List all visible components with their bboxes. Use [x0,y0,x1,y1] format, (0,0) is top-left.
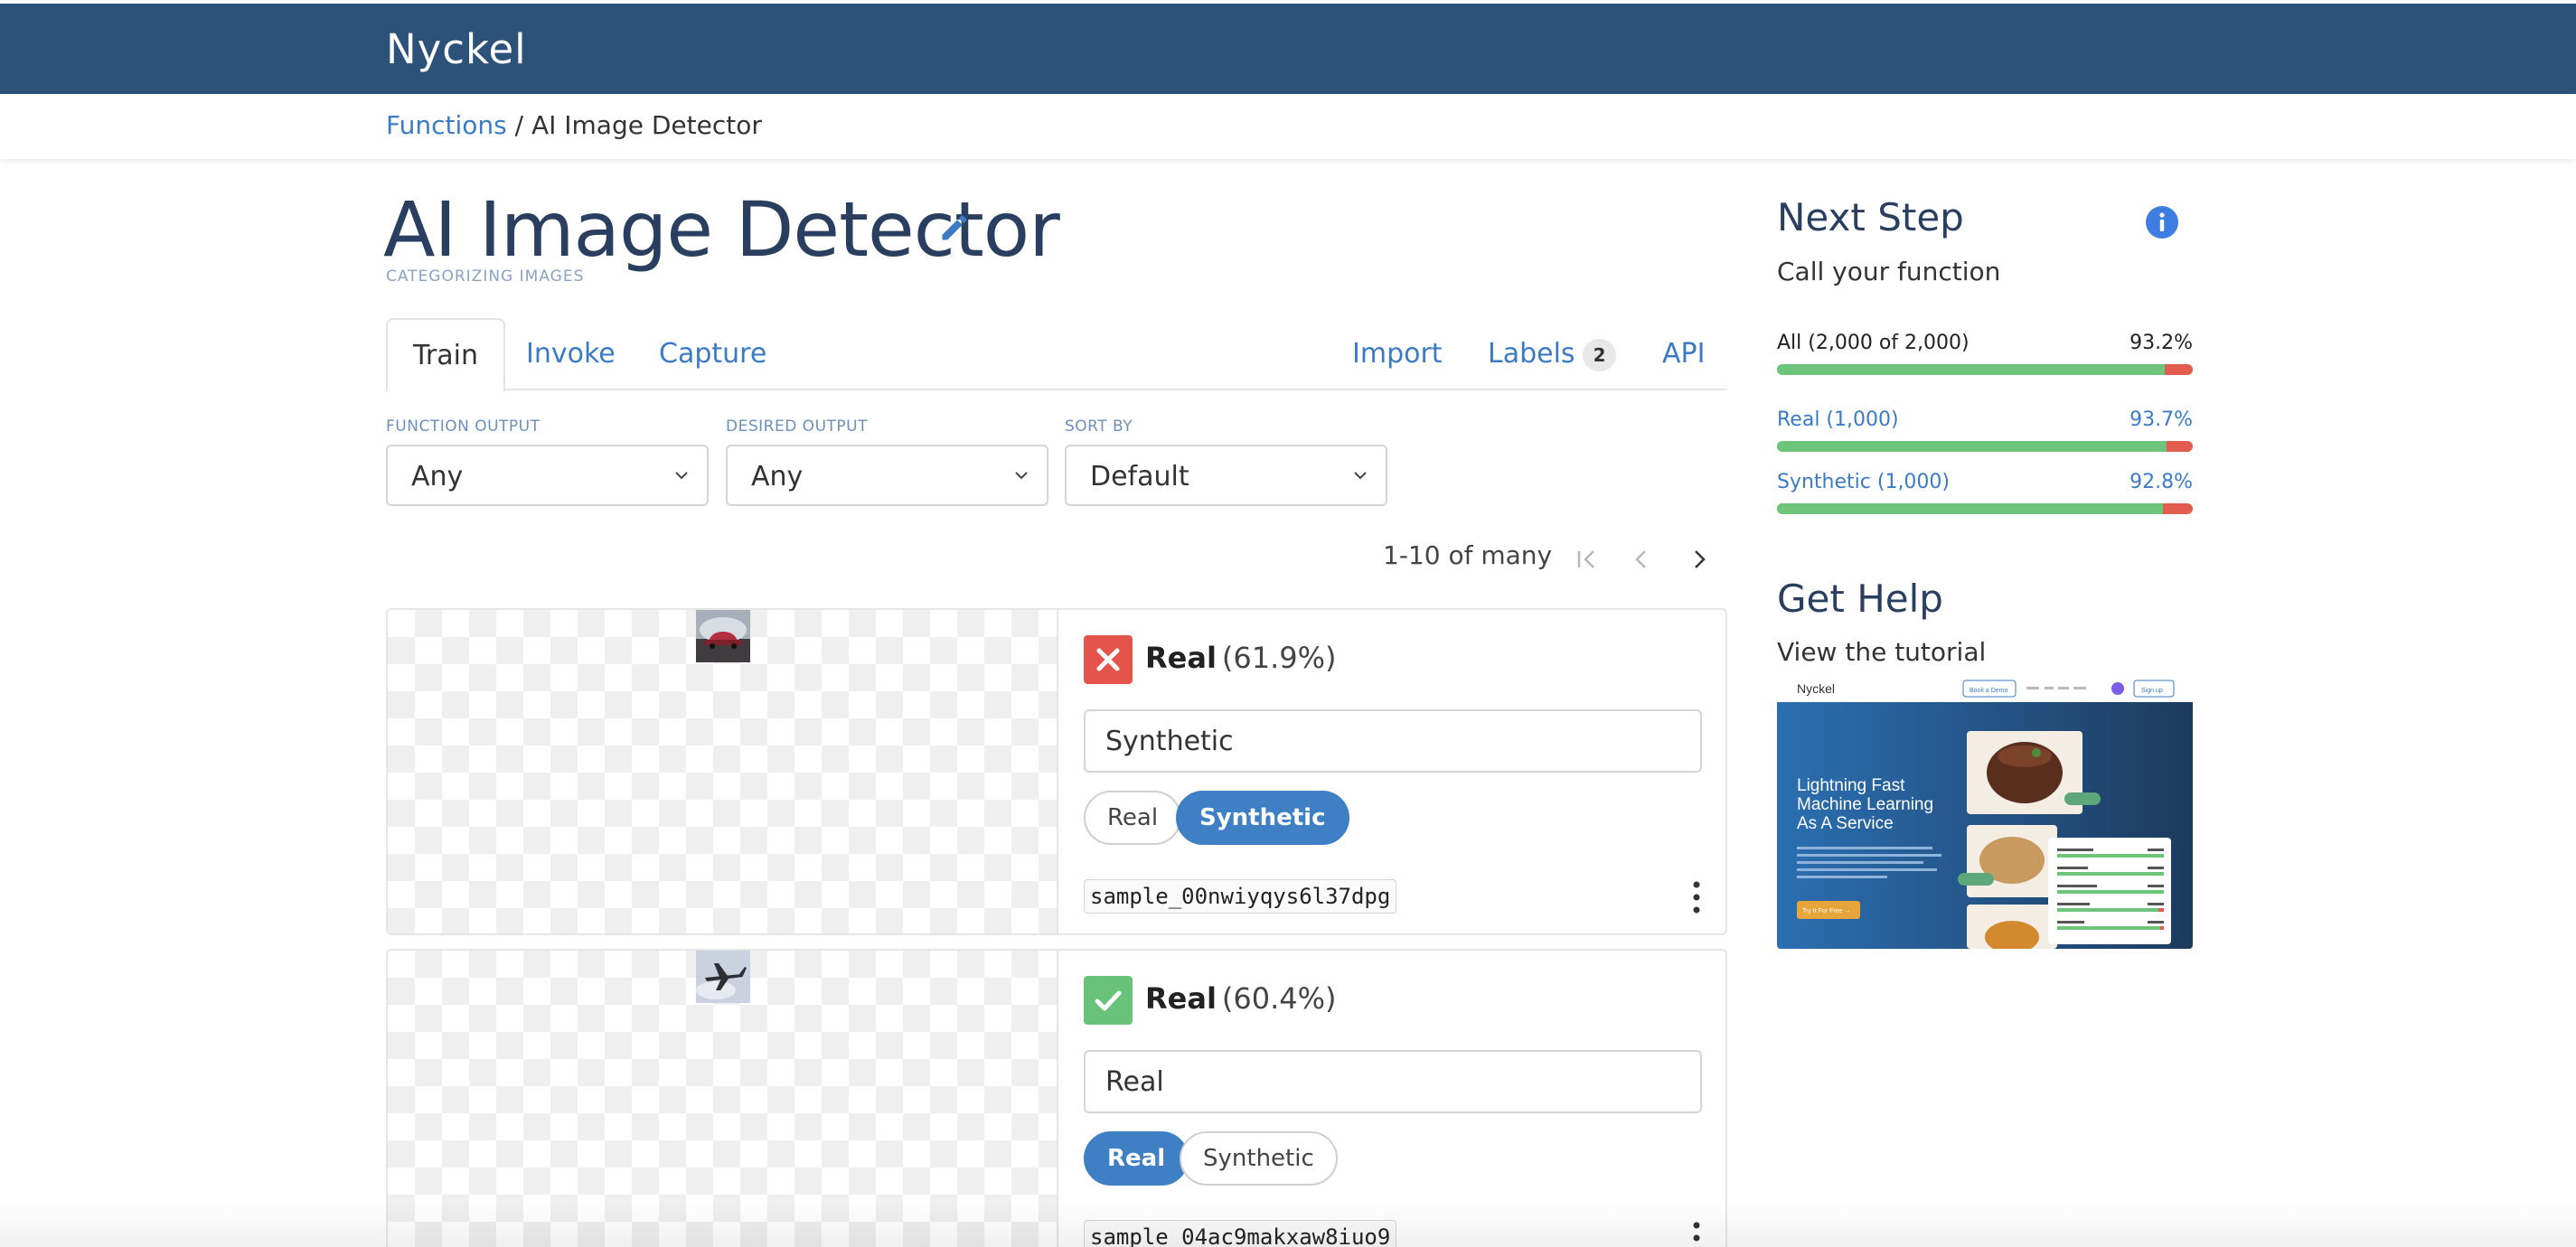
accuracy-all-pct: 93.2% [2129,332,2193,354]
desired-output-field[interactable]: Real [1084,1050,1702,1113]
tutorial-thumbnail[interactable]: Nyckel Book a Demo Sign up Lightning Fas… [1777,675,2193,949]
sort-by-label: SORT BY [1065,417,1133,436]
tutorial-nav-book: Book a Demo [1970,688,2008,694]
tab-invoke[interactable]: Invoke [526,318,616,390]
correct-check-icon [1084,976,1133,1025]
tab-train[interactable]: Train [386,318,505,392]
tutorial-headline-1: Lightning Fast [1797,776,1905,795]
airplane-thumbnail-image [696,951,750,1003]
tab-labels-text: Labels [1488,338,1575,370]
label-option-real[interactable]: Real [1084,791,1182,845]
more-options-icon[interactable] [1688,877,1706,917]
prediction-value: Real [1145,981,1217,1016]
function-type-subtitle: CATEGORIZING IMAGES [386,267,585,286]
function-output-select[interactable]: Any [386,445,709,506]
label-option-real[interactable]: Real [1084,1131,1189,1186]
function-output-label: FUNCTION OUTPUT [386,417,541,436]
accuracy-bar-fill [1777,364,2165,375]
accuracy-bar-fill [1777,503,2163,514]
tutorial-headline-3: As A Service [1797,814,1894,833]
accuracy-real-pct: 93.7% [2129,408,2193,431]
get-help-subtitle: View the tutorial [1777,637,1987,667]
breadcrumb-functions-link[interactable]: Functions [386,110,507,140]
label-option-synthetic[interactable]: Synthetic [1180,1131,1338,1186]
accuracy-synthetic-row[interactable]: Synthetic (1,000) 92.8% [1777,471,2193,525]
sample-image-area[interactable] [388,610,1058,933]
tab-api[interactable]: API [1662,318,1705,390]
prediction-label: Real (60.4%) [1145,981,1337,1016]
prediction-confidence: (60.4%) [1221,981,1337,1016]
previous-page-icon[interactable] [1625,543,1658,576]
edit-pencil-icon[interactable] [938,211,971,244]
brand-logo[interactable]: Nyckel [386,25,527,73]
next-page-icon[interactable] [1683,543,1716,576]
prediction-confidence: (61.9%) [1221,641,1337,675]
info-icon[interactable] [2145,205,2179,239]
labels-count-badge: 2 [1582,338,1617,371]
tutorial-headline-2: Machine Learning [1797,795,1933,814]
chevron-down-icon [1015,472,1028,480]
accuracy-all-label: All (2,000 of 2,000) [1777,332,1970,354]
tutorial-nav-signup: Sign up [2141,688,2163,694]
desired-output-label: DESIRED OUTPUT [726,417,868,436]
chevron-down-icon [675,472,688,480]
desired-output-value: Any [751,461,804,492]
accuracy-real-bar [1777,441,2193,452]
accuracy-real-row[interactable]: Real (1,000) 93.7% [1777,408,2193,463]
car-thumbnail-image [696,610,750,662]
chevron-down-icon [1354,472,1367,480]
next-step-subtitle: Call your function [1777,257,2001,286]
sort-by-select[interactable]: Default [1065,445,1387,506]
accuracy-real-label[interactable]: Real (1,000) [1777,408,1899,431]
function-tabs: Train Invoke Capture Import Labels 2 API [386,318,1727,392]
desired-output-select[interactable]: Any [726,445,1048,506]
accuracy-synthetic-label[interactable]: Synthetic (1,000) [1777,471,1950,493]
breadcrumb-current: AI Image Detector [531,110,762,140]
breadcrumb-separator: / [514,110,524,140]
incorrect-x-icon [1084,635,1133,684]
pagination-text: 1-10 of many [1383,540,1553,570]
top-navbar: Nyckel [0,4,2576,94]
label-option-synthetic[interactable]: Synthetic [1176,791,1349,845]
next-step-title: Next Step [1777,195,1964,239]
sort-by-value: Default [1090,461,1189,492]
accuracy-all-row: All (2,000 of 2,000) 93.2% [1777,332,2193,386]
accuracy-synthetic-bar [1777,503,2193,514]
accuracy-bar-fill [1777,441,2167,452]
desired-output-field[interactable]: Synthetic [1084,709,1702,773]
function-output-value: Any [411,461,464,492]
sample-id: sample_00nwiyqys6l37dpg [1084,879,1397,914]
tab-capture[interactable]: Capture [659,318,766,390]
tab-labels[interactable]: Labels 2 [1488,318,1617,390]
breadcrumb: Functions / AI Image Detector [386,110,762,140]
tutorial-preview-image: Nyckel Book a Demo Sign up Lightning Fas… [1777,675,2193,949]
first-page-icon[interactable] [1570,543,1603,576]
sample-card: Real (61.9%) Synthetic Real Synthetic sam… [386,608,1727,935]
tab-import[interactable]: Import [1352,318,1443,390]
sample-card: Real (60.4%) Real Real Synthetic sample_0… [386,949,1727,1247]
sample-image-area[interactable] [388,951,1058,1247]
sample-id: sample_04ac9makxaw8iuo9 [1084,1220,1397,1247]
tutorial-cta: Try It For Free → [1802,908,1850,914]
prediction-value: Real [1145,641,1217,675]
accuracy-synthetic-pct: 92.8% [2129,471,2193,493]
more-options-icon[interactable] [1688,1218,1706,1247]
breadcrumb-bar: Functions / AI Image Detector [0,94,2576,159]
accuracy-all-bar [1777,364,2193,375]
prediction-label: Real (61.9%) [1145,641,1337,675]
tutorial-brand: Nyckel [1797,681,1835,696]
get-help-title: Get Help [1777,577,1943,621]
